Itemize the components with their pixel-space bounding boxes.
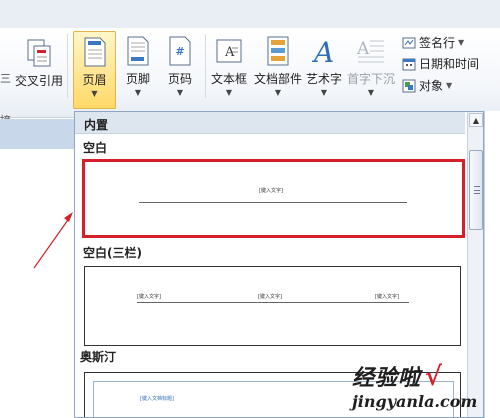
- watermark: 经验啦 √ jingyanla.com: [352, 360, 477, 411]
- check-icon: √: [424, 362, 442, 392]
- annotation-arrow-icon: [33, 212, 73, 269]
- watermark-text: 经验啦: [352, 365, 422, 391]
- watermark-url: jingyanla.com: [352, 392, 478, 411]
